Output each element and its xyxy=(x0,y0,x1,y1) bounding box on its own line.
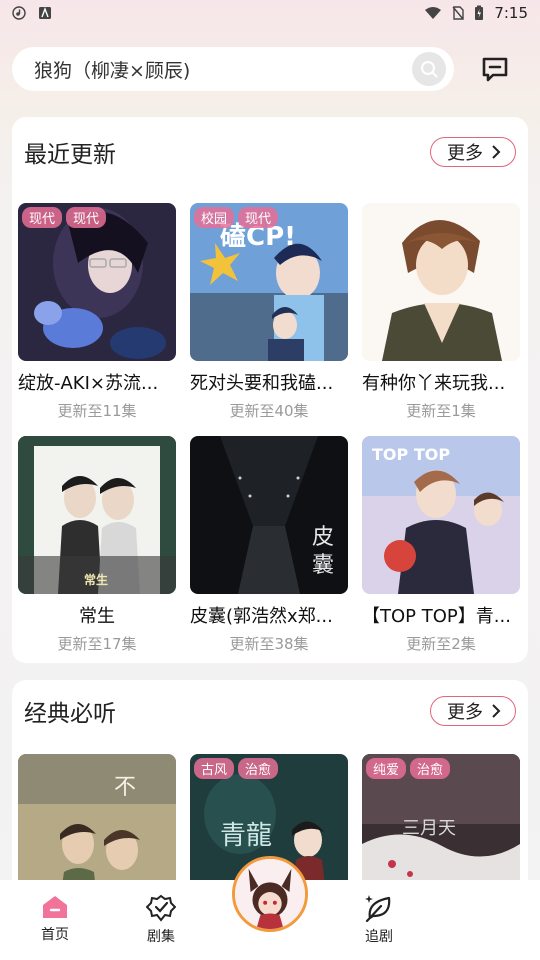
cover-art xyxy=(362,203,520,361)
no-sim-icon xyxy=(452,6,465,20)
cover-art: TOP TOP xyxy=(362,436,520,594)
svg-text:青龍: 青龍 xyxy=(220,821,272,851)
drama-title: 有种你丫来玩我... xyxy=(362,373,506,394)
episode-count: 更新至2集 xyxy=(406,635,476,653)
cover-art: 常生 xyxy=(18,436,176,594)
tag-group: 纯爱 治愈 xyxy=(366,758,451,779)
episode-count: 更新至17集 xyxy=(57,635,137,653)
fox-girl-avatar-icon xyxy=(235,859,305,929)
section-header: 最近更新 更多 xyxy=(24,135,516,169)
episode-count: 更新至38集 xyxy=(229,635,309,653)
search-icon xyxy=(421,61,438,78)
drama-title: 死对头要和我磕... xyxy=(190,373,334,394)
drama-cover: 常生 xyxy=(18,436,176,594)
svg-text:TOP TOP: TOP TOP xyxy=(372,445,450,464)
music-icon xyxy=(12,6,26,20)
wifi-icon xyxy=(425,7,442,19)
genre-tag: 现代 xyxy=(22,207,63,228)
svg-text:皮: 皮 xyxy=(312,525,334,550)
more-button[interactable]: 更多 xyxy=(430,696,516,726)
drama-cover: 皮 囊 xyxy=(190,436,348,594)
search-bar[interactable] xyxy=(12,47,454,91)
cover-art: 不 xyxy=(18,754,176,900)
episode-count: 更新至11集 xyxy=(57,402,137,420)
nav-episodes[interactable]: 剧集 xyxy=(126,894,196,946)
drama-cover: TOP TOP xyxy=(362,436,520,594)
drama-cover xyxy=(362,203,520,361)
more-label: 更多 xyxy=(447,143,483,164)
chevron-right-icon xyxy=(492,145,501,159)
drama-card[interactable]: TOP TOP 【TOP TOP】青... 更新至2集 xyxy=(362,436,520,654)
drama-title: 皮囊(郭浩然x郑... xyxy=(190,606,333,627)
nav-home[interactable]: 首页 xyxy=(20,894,90,944)
section-header: 经典必听 更多 xyxy=(24,694,516,728)
drama-card[interactable]: 不 xyxy=(18,754,176,900)
clock: 7:15 xyxy=(494,4,528,22)
svg-text:三月天: 三月天 xyxy=(402,818,456,839)
drama-card[interactable]: 有种你丫来玩我... 更新至1集 xyxy=(362,203,520,421)
drama-title: 【TOP TOP】青... xyxy=(362,606,511,627)
genre-tag: 古风 xyxy=(194,758,235,779)
genre-tag: 现代 xyxy=(66,207,107,228)
tag-group: 现代 现代 xyxy=(22,207,107,228)
home-icon xyxy=(43,896,67,918)
drama-card[interactable]: 磕CP! 校园 现代 死对头要和我磕... 更新至40集 xyxy=(190,203,348,421)
more-label: 更多 xyxy=(447,702,483,723)
drama-card[interactable]: 皮 囊 皮囊(郭浩然x郑... 更新至38集 xyxy=(190,436,348,654)
section-title: 经典必听 xyxy=(24,701,116,727)
genre-tag: 纯爱 xyxy=(366,758,407,779)
more-button[interactable]: 更多 xyxy=(430,137,516,167)
drama-card[interactable]: 三月天 纯爱 治愈 xyxy=(362,754,520,900)
badge-icon xyxy=(146,894,176,922)
genre-tag: 校园 xyxy=(194,207,235,228)
drama-title: 常生 xyxy=(79,606,115,627)
search-button[interactable] xyxy=(412,52,446,86)
episode-count: 更新至40集 xyxy=(229,402,309,420)
recent-updates-section: 最近更新 更多 现代 现代 绽放-AKI×苏流... 更新至11集 磕CP! 校… xyxy=(12,117,528,663)
genre-tag: 现代 xyxy=(238,207,279,228)
drama-cover: 磕CP! 校园 现代 xyxy=(190,203,348,361)
episode-count: 更新至1集 xyxy=(406,402,476,420)
status-bar: 7:15 xyxy=(0,0,540,26)
genre-tag: 治愈 xyxy=(238,758,279,779)
app-notification-icon xyxy=(39,7,51,19)
message-button[interactable] xyxy=(478,52,512,86)
drama-cover: 三月天 纯爱 治愈 xyxy=(362,754,520,900)
message-icon xyxy=(482,57,508,82)
cover-art: 皮 囊 xyxy=(190,436,348,594)
nav-label: 剧集 xyxy=(147,929,175,945)
section-title: 最近更新 xyxy=(24,142,116,168)
drama-card[interactable]: 常生 常生 更新至17集 xyxy=(18,436,176,654)
drama-cover: 不 xyxy=(18,754,176,900)
leaf-icon xyxy=(365,895,391,922)
drama-card[interactable]: 现代 现代 绽放-AKI×苏流... 更新至11集 xyxy=(18,203,176,421)
nav-follow[interactable]: 追剧 xyxy=(344,894,414,946)
genre-tag: 治愈 xyxy=(410,758,451,779)
tag-group: 古风 治愈 xyxy=(194,758,279,779)
center-avatar-button[interactable] xyxy=(232,856,308,932)
svg-text:常生: 常生 xyxy=(84,572,108,587)
drama-title: 绽放-AKI×苏流... xyxy=(18,373,159,394)
svg-text:囊: 囊 xyxy=(312,553,334,578)
drama-cover: 现代 现代 xyxy=(18,203,176,361)
svg-text:不: 不 xyxy=(114,775,136,800)
tag-group: 校园 现代 xyxy=(194,207,279,228)
nav-label: 追剧 xyxy=(365,929,393,945)
search-input[interactable] xyxy=(34,58,412,80)
header xyxy=(12,46,528,92)
nav-label: 首页 xyxy=(41,927,69,943)
battery-icon xyxy=(475,5,484,20)
chevron-right-icon xyxy=(492,704,501,718)
